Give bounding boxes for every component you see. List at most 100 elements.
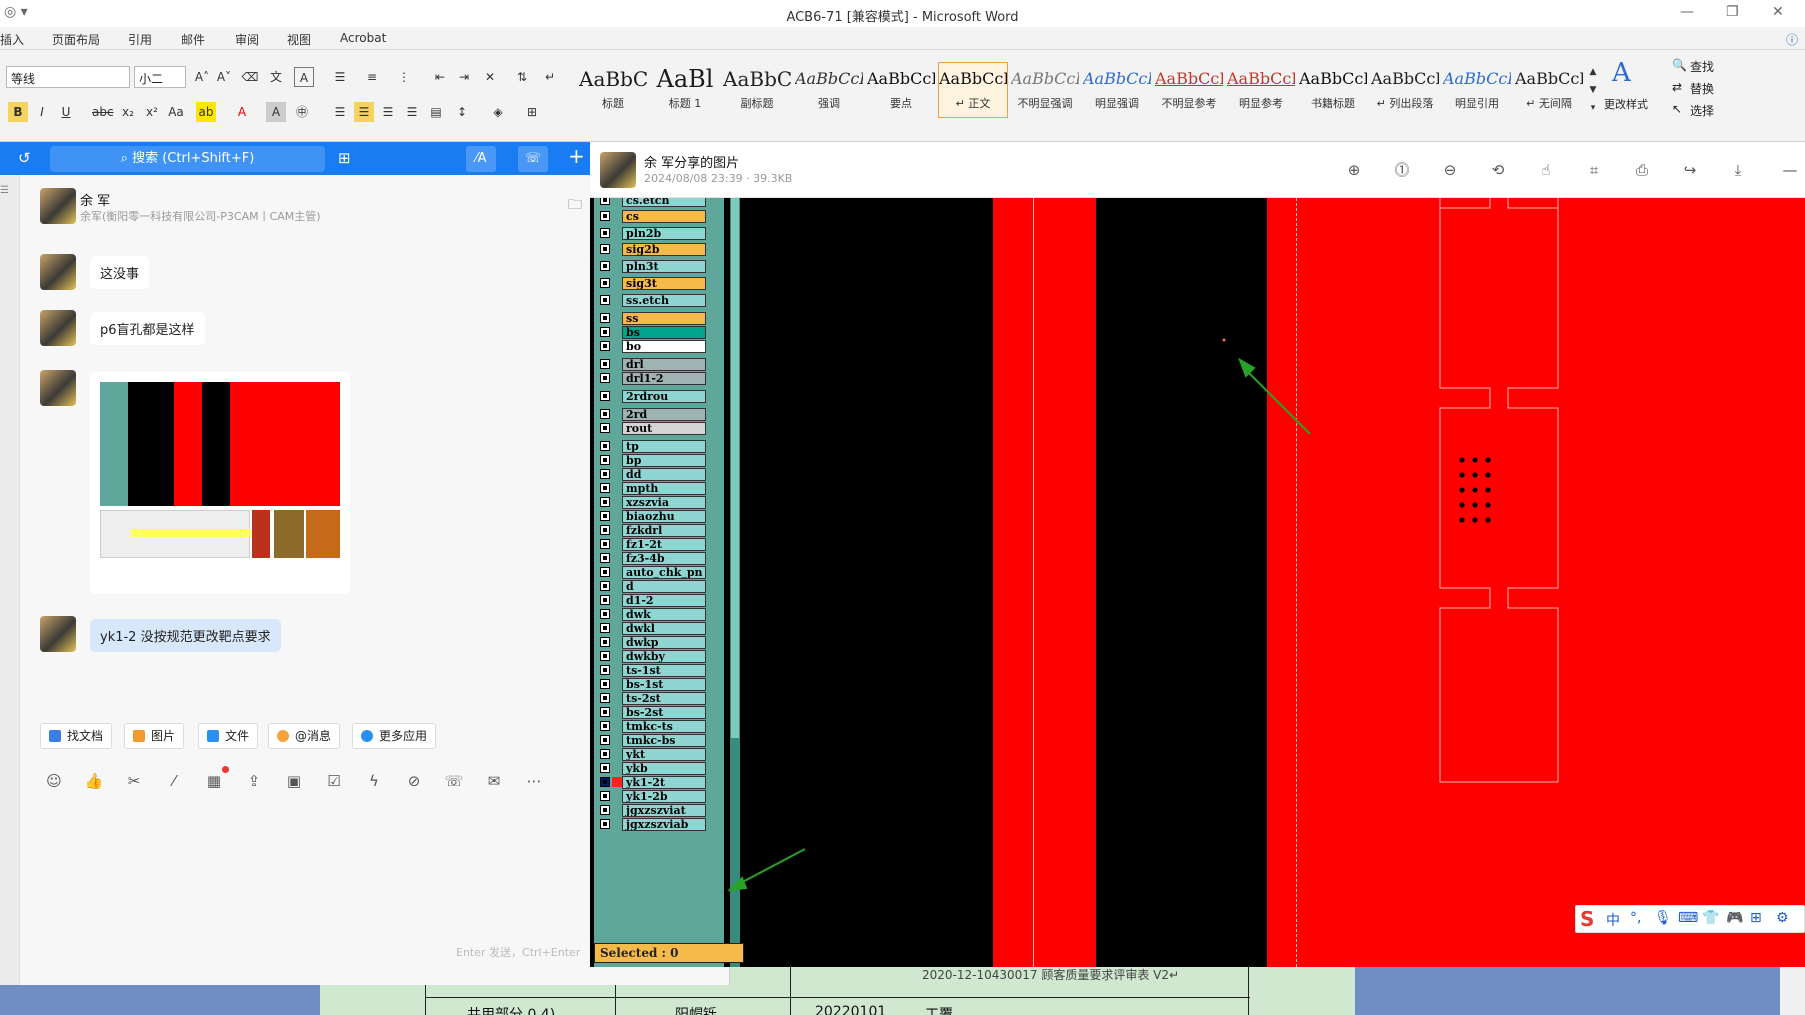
help-icon[interactable]: ⓘ <box>1786 31 1798 48</box>
superscript-icon[interactable]: x² <box>142 102 162 122</box>
find-document-button[interactable]: 找文档 <box>40 723 113 749</box>
style-item[interactable]: AaBbCcD 不明显参考 <box>1154 62 1224 118</box>
session-list-strip[interactable]: ☰ <box>0 175 20 985</box>
gamepad-icon[interactable]: 🎮 <box>1726 910 1743 926</box>
gallery-more-icon[interactable]: ▾ <box>1583 98 1603 118</box>
history-icon[interactable]: ↺ <box>18 149 31 167</box>
translate-icon[interactable]: ⁄A <box>466 146 496 172</box>
style-item[interactable]: AaBbCcDc ↵ 列出段落 <box>1370 62 1440 118</box>
sogou-logo-icon[interactable]: S <box>1580 907 1594 931</box>
rotate-icon[interactable]: ⟲ <box>1488 160 1508 180</box>
highlight-icon[interactable]: ab <box>196 102 216 122</box>
underline-icon[interactable]: U <box>56 102 76 122</box>
style-item[interactable]: AaBbCcDc ↵ 无间隔 <box>1514 62 1584 118</box>
justify-icon[interactable]: ☰ <box>402 102 422 122</box>
shading-icon[interactable]: ◈ <box>488 102 508 122</box>
line-spacing-icon[interactable]: ↕ <box>452 102 472 122</box>
style-item[interactable]: AaBbC 标题 <box>578 62 648 118</box>
task-icon[interactable]: ▦ <box>203 770 225 792</box>
font-size-field[interactable]: 小二 <box>134 66 186 88</box>
select-button[interactable]: 选择 <box>1690 102 1714 119</box>
check-icon[interactable]: ☑ <box>323 770 345 792</box>
menu-acrobat[interactable]: Acrobat <box>340 31 386 45</box>
find-icon[interactable]: 🔍 <box>1672 58 1687 72</box>
change-case-icon[interactable]: Aa <box>166 102 186 122</box>
borders-icon[interactable]: ⊞ <box>522 102 542 122</box>
message-bubble[interactable]: yk1-2 没按规范更改靶点要求 <box>90 619 281 652</box>
ime-mode[interactable]: 中 <box>1606 910 1620 930</box>
align-right-icon[interactable]: ☰ <box>378 102 398 122</box>
char-border-icon[interactable]: A <box>294 67 314 87</box>
apps-grid-icon[interactable]: ⊞ <box>338 149 351 167</box>
skin-icon[interactable]: 👕 <box>1702 910 1719 926</box>
sort-icon[interactable]: ⇅ <box>512 67 532 87</box>
align-center-icon[interactable]: ☰ <box>354 102 374 122</box>
style-item[interactable]: AaBbCcDi 强调 <box>794 62 864 118</box>
style-item[interactable]: AaBbCcI 书籍标题 <box>1298 62 1368 118</box>
avatar[interactable] <box>40 370 76 406</box>
avatar[interactable] <box>600 152 636 188</box>
menu-icon[interactable]: ☰ <box>0 185 9 196</box>
link-icon[interactable]: ⊘ <box>403 770 425 792</box>
zoom-out-icon[interactable]: ⊖ <box>1440 160 1460 180</box>
print-icon[interactable]: ⎙ <box>1632 160 1652 180</box>
italic-icon[interactable]: I <box>32 102 52 122</box>
message-bubble[interactable]: p6盲孔都是这样 <box>90 312 205 345</box>
char-shading-icon[interactable]: A <box>266 102 286 122</box>
chinese-layout-icon[interactable]: ✕ <box>480 67 500 87</box>
menu-mailings[interactable]: 邮件 <box>181 31 205 48</box>
style-item[interactable]: AaBbC 副标题 <box>722 62 792 118</box>
add-icon[interactable]: + <box>568 144 585 168</box>
phone-icon[interactable]: ☏ <box>443 770 465 792</box>
toolbox-icon[interactable]: ⊞ <box>1750 910 1762 926</box>
upload-icon[interactable]: ⇪ <box>243 770 265 792</box>
hand-icon[interactable]: ☝ <box>1536 160 1556 180</box>
multilevel-list-icon[interactable]: ⋮ <box>394 67 414 87</box>
shrink-font-icon[interactable]: A˅ <box>214 67 234 87</box>
restore-icon[interactable]: ❐ <box>1726 4 1739 20</box>
replace-button[interactable]: 替换 <box>1690 80 1714 97</box>
contact-name[interactable]: 余 军 <box>80 190 110 209</box>
decrease-indent-icon[interactable]: ⇤ <box>430 67 450 87</box>
close-icon[interactable]: ✕ <box>1772 4 1784 20</box>
show-marks-icon[interactable]: ↵ <box>540 67 560 87</box>
slash-command-icon[interactable]: ⁄ <box>163 770 185 792</box>
minimize-icon[interactable]: — <box>1680 4 1694 20</box>
style-item[interactable]: AaBbCcDi 明显强调 <box>1082 62 1152 118</box>
download-icon[interactable]: ⤓ <box>1728 160 1748 180</box>
zoom-in-icon[interactable]: ⊕ <box>1344 160 1364 180</box>
emoji-icon[interactable]: ☺ <box>43 770 65 792</box>
bold-icon[interactable]: B <box>8 102 28 122</box>
style-item[interactable]: AaBbCcD 要点 <box>866 62 936 118</box>
scissors-icon[interactable]: ✂ <box>123 770 145 792</box>
change-styles-icon[interactable]: A <box>1612 58 1631 88</box>
thumbs-up-icon[interactable]: 👍 <box>83 770 105 792</box>
lightning-icon[interactable]: ϟ <box>363 770 385 792</box>
numbering-icon[interactable]: ≡ <box>362 67 382 87</box>
style-item[interactable]: AaBbCcDi 不明显强调 <box>1010 62 1080 118</box>
change-styles-label[interactable]: 更改样式 <box>1604 96 1648 112</box>
mention-button[interactable]: @消息 <box>268 723 341 749</box>
share-icon[interactable]: ↪ <box>1680 160 1700 180</box>
increase-indent-icon[interactable]: ⇥ <box>454 67 474 87</box>
mic-icon[interactable]: 🎙 <box>1654 910 1672 926</box>
avatar[interactable] <box>40 188 76 224</box>
menu-review[interactable]: 审阅 <box>235 31 259 48</box>
style-item[interactable]: AaBbCcDc ↵ 正文 <box>938 62 1008 118</box>
font-color-icon[interactable]: A <box>232 102 252 122</box>
select-icon[interactable]: ↖ <box>1672 102 1682 116</box>
keyboard-icon[interactable]: ⌨ <box>1678 910 1698 926</box>
message-bubble[interactable]: 这没事 <box>90 256 150 289</box>
file-button[interactable]: 文件 <box>198 723 259 749</box>
more-icon[interactable]: ⋯ <box>523 770 545 792</box>
search-input[interactable]: ⌕ 搜索 (Ctrl+Shift+F) <box>50 146 325 172</box>
crop-text-icon[interactable]: ⌗ <box>1584 160 1604 180</box>
grow-font-icon[interactable]: A˄ <box>192 67 212 87</box>
avatar[interactable] <box>40 616 76 652</box>
menu-page-layout[interactable]: 页面布局 <box>52 31 100 48</box>
phonetic-icon[interactable]: 文 <box>266 67 286 87</box>
replace-icon[interactable]: ⇄ <box>1672 80 1682 94</box>
align-left-icon[interactable]: ☰ <box>330 102 350 122</box>
folder-icon[interactable]: 🗀 <box>568 194 582 218</box>
image-message[interactable] <box>90 372 350 594</box>
